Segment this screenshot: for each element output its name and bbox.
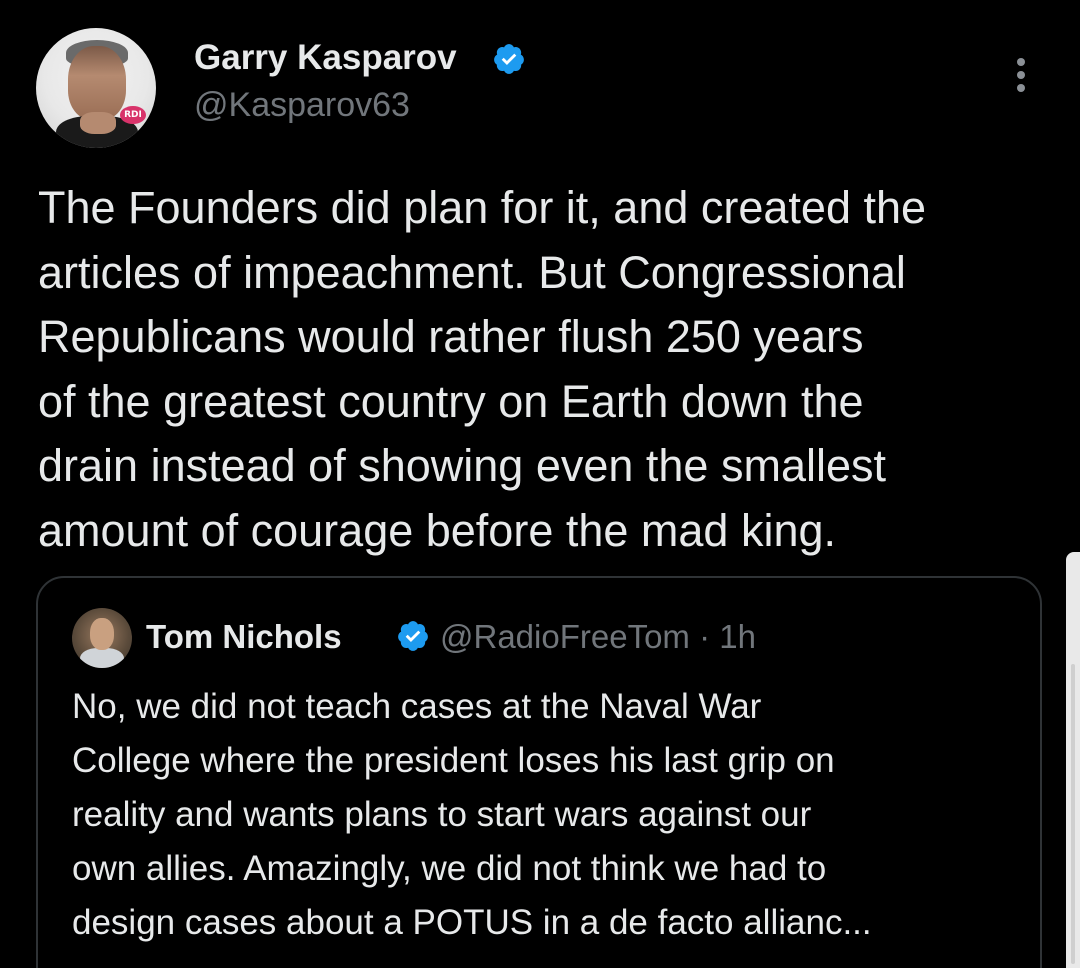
quoted-text-line: own allies. Amazingly, we did not think … — [72, 849, 827, 888]
author-avatar[interactable]: RDI — [36, 28, 156, 148]
tweet-text-line: drain instead of showing even the smalle… — [38, 440, 886, 491]
tweet-text-line: articles of impeachment. But Congression… — [38, 246, 906, 298]
avatar-face — [68, 46, 126, 120]
tweet: RDI Garry Kasparov @Kasparov63 The Found… — [0, 0, 1080, 968]
avatar-badge: RDI — [120, 106, 146, 124]
tweet-text-line: amount of courage before the mad king. — [38, 504, 837, 556]
quoted-text-line: design cases about a POTUS in a de facto… — [72, 903, 872, 942]
tweet-text: The Founders did plan for it, and create… — [38, 176, 1048, 563]
avatar-hand — [80, 112, 116, 134]
quoted-text-line: reality and wants plans to start wars ag… — [72, 795, 812, 834]
more-options-icon[interactable] — [1010, 58, 1032, 98]
quoted-author-avatar[interactable] — [72, 608, 132, 668]
scrollbar[interactable] — [1066, 552, 1080, 968]
tweet-text-line: of the greatest country on Earth down th… — [38, 375, 864, 427]
quoted-author-name[interactable]: Tom Nichols — [146, 618, 342, 656]
quoted-author-handle-time[interactable]: @RadioFreeTom · 1h — [440, 618, 756, 656]
quoted-avatar-face — [90, 618, 114, 650]
quoted-text-line: No, we did not teach cases at the Naval … — [72, 687, 762, 726]
quoted-verified-badge-icon — [398, 621, 428, 651]
quoted-tweet-text: No, we did not teach cases at the Naval … — [72, 680, 1022, 950]
more-dot — [1017, 84, 1025, 92]
author-handle[interactable]: @Kasparov63 — [194, 86, 410, 125]
more-dot — [1017, 71, 1025, 79]
tweet-text-line: The Founders did plan for it, and create… — [38, 182, 927, 233]
author-name[interactable]: Garry Kasparov — [194, 38, 457, 78]
quoted-avatar-body — [80, 648, 124, 668]
quoted-text-line: College where the president loses his la… — [72, 741, 835, 780]
tweet-text-line: Republicans would rather flush 250 years — [38, 311, 864, 362]
more-dot — [1017, 58, 1025, 66]
verified-badge-icon — [494, 44, 524, 74]
